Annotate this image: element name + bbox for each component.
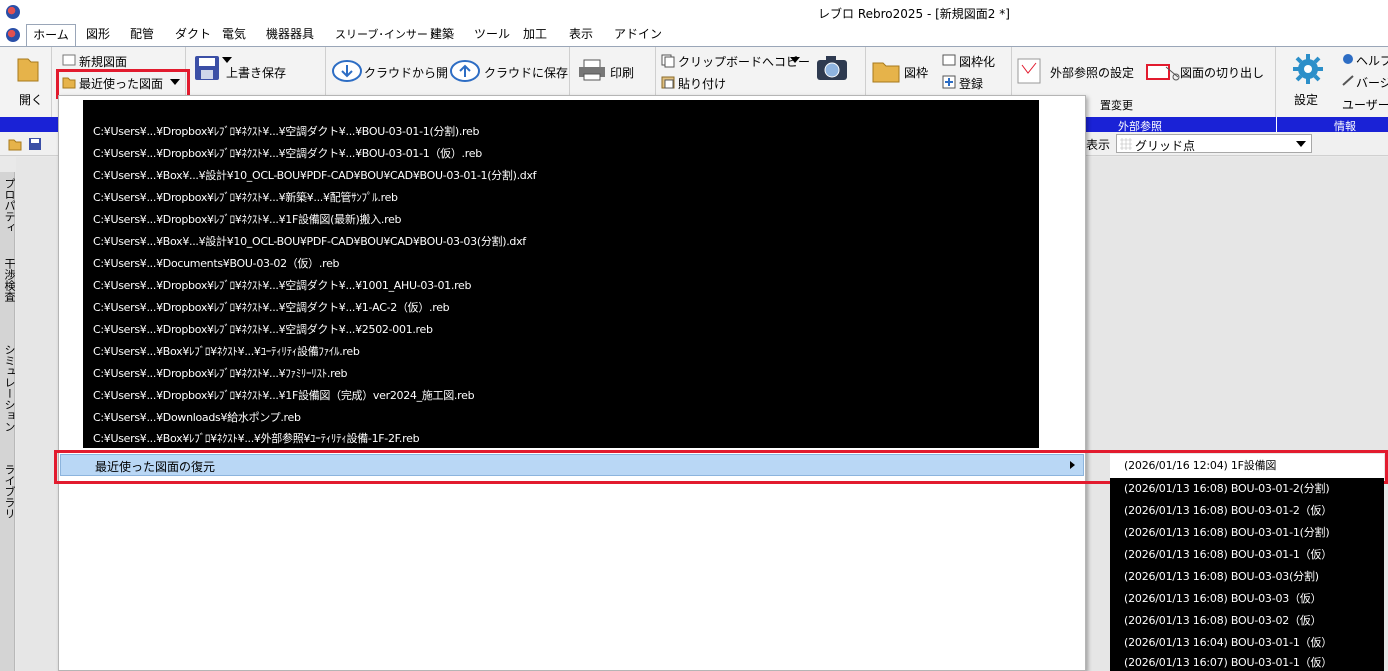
side-panel: プロパティ 干渉検査 シミュレーション ライブラリ (0, 172, 17, 671)
tab-view[interactable]: 表示 (569, 24, 593, 46)
recent-file-item[interactable]: C:¥Users¥...¥Dropbox¥ﾚﾌﾞﾛ¥ﾈｸｽﾄ¥...¥ﾌｧﾐﾘｰ… (93, 363, 348, 385)
cloud-open-button[interactable]: クラウドから開く (364, 64, 460, 81)
register-button[interactable]: 登録 (959, 75, 983, 92)
side-tab-library[interactable]: ライブラリ (1, 464, 17, 519)
recent-file-item[interactable]: C:¥Users¥...¥Box¥...¥設計¥10_OCL-BOU¥PDF-C… (93, 165, 537, 187)
restore-submenu: (2026/01/16 12:04) 1F設備図 (2026/01/13 16:… (1110, 454, 1384, 671)
recent-file-item[interactable]: C:¥Users¥...¥Dropbox¥ﾚﾌﾞﾛ¥ﾈｸｽﾄ¥...¥空調ダクト… (93, 121, 479, 143)
new-drawing-button[interactable]: 新規図面 (79, 53, 127, 70)
recent-file-item[interactable]: C:¥Users¥...¥Dropbox¥ﾚﾌﾞﾛ¥ﾈｸｽﾄ¥...¥空調ダクト… (93, 275, 472, 297)
cloud-download-icon (332, 60, 362, 82)
grid-point-icon (1120, 138, 1132, 150)
restore-entry[interactable]: (2026/01/13 16:08) BOU-03-03（仮） (1124, 588, 1322, 610)
recent-file-item[interactable]: C:¥Users¥...¥Dropbox¥ﾚﾌﾞﾛ¥ﾈｸｽﾄ¥...¥空調ダクト… (93, 143, 482, 165)
folder-open-icon (17, 58, 39, 82)
tab-piping[interactable]: 配管 (130, 24, 154, 46)
side-tab-properties[interactable]: プロパティ (1, 178, 17, 233)
menu-bar: ホーム 図形 配管 ダクト 電気 機器器具 スリーブ･インサート 建築 ツール … (0, 24, 1388, 46)
recent-file-item[interactable]: C:¥Users¥...¥Dropbox¥ﾚﾌﾞﾛ¥ﾈｸｽﾄ¥...¥1F設備図… (93, 209, 402, 231)
recent-file-item[interactable]: C:¥Users¥...¥Dropbox¥ﾚﾌﾞﾛ¥ﾈｸｽﾄ¥...¥空調ダクト… (93, 319, 433, 341)
recent-file-item[interactable]: C:¥Users¥...¥Box¥ﾚﾌﾞﾛ¥ﾈｸｽﾄ¥...¥ﾕｰﾃｨﾘﾃｨ設備… (93, 341, 360, 363)
change-button[interactable]: 置変更 (1100, 97, 1133, 113)
help-icon (1343, 54, 1353, 64)
tab-duct[interactable]: ダクト (175, 24, 211, 46)
open-group: 開く (0, 47, 52, 117)
paste-button[interactable]: 貼り付け (678, 75, 726, 92)
settings-button[interactable]: 設定 (1294, 91, 1318, 108)
restore-entry[interactable]: (2026/01/16 12:04) 1F設備図 (1124, 455, 1276, 477)
recent-file-item[interactable]: C:¥Users¥...¥Box¥...¥設計¥10_OCL-BOU¥PDF-C… (93, 231, 526, 253)
frame-button[interactable]: 図枠 (904, 64, 928, 81)
frame-folder-icon (872, 62, 900, 83)
info-group: 設定 ヘルプ バージ ユーザー (1276, 47, 1388, 117)
copy-icon (661, 54, 675, 68)
qa-open-icon[interactable] (8, 137, 22, 151)
tab-processing[interactable]: 加工 (523, 24, 547, 46)
restore-entry[interactable]: (2026/01/13 16:08) BOU-03-01-2(分割) (1124, 478, 1330, 500)
grid-display-select[interactable]: グリッド点 (1116, 134, 1312, 153)
display-label: 表示 (1086, 138, 1111, 152)
restore-entry[interactable]: (2026/01/13 16:04) BOU-03-01-1（仮） (1124, 632, 1332, 654)
side-tab-interference[interactable]: 干渉検査 (1, 258, 17, 302)
recent-files-list: C:¥Users¥...¥Dropbox¥ﾚﾌﾞﾛ¥ﾈｸｽﾄ¥...¥空調ダクト… (65, 100, 1039, 448)
restore-entry[interactable]: (2026/01/13 16:08) BOU-03-01-1(分割) (1124, 522, 1330, 544)
copy-dropdown-icon[interactable] (790, 57, 800, 63)
restore-entry[interactable]: (2026/01/13 16:08) BOU-03-01-1（仮） (1124, 544, 1332, 566)
user-button[interactable]: ユーザー (1342, 96, 1388, 113)
app-logo-icon (6, 5, 20, 19)
help-button[interactable]: ヘルプ (1356, 52, 1388, 69)
grid-display-value: グリッド点 (1135, 139, 1196, 153)
register-icon (942, 75, 956, 89)
cut-drawing-button[interactable]: 図面の切り出し (1180, 64, 1264, 81)
recent-drawings-menu: C:¥Users¥...¥Dropbox¥ﾚﾌﾞﾛ¥ﾈｸｽﾄ¥...¥空調ダクト… (58, 95, 1086, 671)
tab-building[interactable]: 建築 (430, 24, 454, 46)
group-divider (1276, 117, 1277, 133)
version-button[interactable]: バージ (1356, 74, 1388, 91)
restore-entry[interactable]: (2026/01/13 16:08) BOU-03-01-2（仮） (1124, 500, 1332, 522)
title-bar: レブロ Rebro2025 - [新規図面2 *] (0, 0, 1388, 24)
overwrite-save-button[interactable]: 上書き保存 (226, 64, 286, 81)
gear-icon (1293, 54, 1323, 84)
open-button[interactable]: 開く (19, 91, 43, 108)
cloud-save-button[interactable]: クラウドに保存 (484, 64, 568, 81)
recent-file-item[interactable]: C:¥Users¥...¥Box¥ﾚﾌﾞﾛ¥ﾈｸｽﾄ¥...¥外部参照¥ﾕｰﾃｨ… (93, 429, 420, 448)
recent-file-item[interactable]: C:¥Users¥...¥Dropbox¥ﾚﾌﾞﾛ¥ﾈｸｽﾄ¥...¥新築¥..… (93, 187, 398, 209)
external-ref-settings-button[interactable]: 外部参照の設定 (1050, 64, 1134, 81)
grid-display-dropdown-icon[interactable] (1296, 141, 1306, 147)
cut-drawing-icon (1146, 64, 1180, 81)
frame-convert-button[interactable]: 図枠化 (959, 53, 995, 70)
new-drawing-icon (62, 54, 76, 66)
recent-file-item[interactable]: C:¥Users¥...¥Dropbox¥ﾚﾌﾞﾛ¥ﾈｸｽﾄ¥...¥1F設備図… (93, 385, 475, 407)
save-disk-icon (195, 56, 219, 80)
restore-entry[interactable]: (2026/01/13 16:07) BOU-03-01-1（仮） (1124, 654, 1332, 671)
external-ref-icon (1017, 58, 1041, 84)
tab-home[interactable]: ホーム (26, 24, 76, 46)
qa-save-icon[interactable] (28, 137, 42, 151)
cloud-upload-icon (450, 60, 480, 82)
camera-icon[interactable] (816, 55, 848, 81)
restore-entry[interactable]: (2026/01/13 16:08) BOU-03-03(分割) (1124, 566, 1319, 588)
tab-addin[interactable]: アドイン (614, 24, 662, 46)
recent-file-item[interactable]: C:¥Users¥...¥Dropbox¥ﾚﾌﾞﾛ¥ﾈｸｽﾄ¥...¥空調ダクト… (93, 297, 450, 319)
tab-shape[interactable]: 図形 (86, 24, 110, 46)
tab-tools[interactable]: ツール (474, 24, 510, 46)
paste-icon (661, 76, 675, 89)
app-menu-icon[interactable] (6, 28, 20, 42)
tab-equipment[interactable]: 機器器具 (266, 24, 314, 46)
tab-sleeve-insert[interactable]: スリーブ･インサート (335, 24, 439, 46)
printer-icon (579, 59, 605, 81)
print-button[interactable]: 印刷 (610, 64, 634, 81)
version-icon (1342, 75, 1354, 86)
side-tab-simulation[interactable]: シミュレーション (1, 344, 17, 432)
frame-convert-icon (942, 54, 956, 66)
tab-electric[interactable]: 電気 (222, 24, 246, 46)
restore-entry[interactable]: (2026/01/13 16:08) BOU-03-02（仮） (1124, 610, 1322, 632)
restore-submenu-first-row: (2026/01/16 12:04) 1F設備図 (1110, 454, 1384, 478)
recent-file-item[interactable]: C:¥Users¥...¥Documents¥BOU-03-02（仮）.reb (93, 253, 340, 275)
recent-file-item[interactable]: C:¥Users¥...¥Downloads¥給水ポンプ.reb (93, 407, 301, 429)
window-title: レブロ Rebro2025 - [新規図面2 *] (818, 7, 1010, 21)
menu-icon-strip (65, 100, 83, 448)
